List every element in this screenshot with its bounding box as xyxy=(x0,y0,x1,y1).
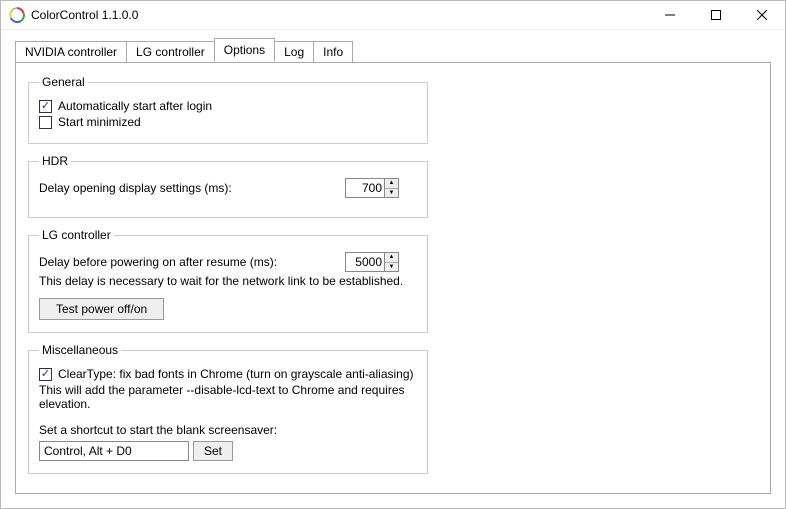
tab-log[interactable]: Log xyxy=(274,41,314,63)
test-power-button[interactable]: Test power off/on xyxy=(39,298,164,320)
lg-delay-label: Delay before powering on after resume (m… xyxy=(39,255,277,269)
content-area: NVIDIA controller LG controller Options … xyxy=(1,30,785,508)
shortcut-input[interactable] xyxy=(39,441,189,461)
maximize-button[interactable] xyxy=(693,1,739,29)
group-lg-controller: LG controller Delay before powering on a… xyxy=(28,228,428,333)
group-general-legend: General xyxy=(39,75,88,89)
hdr-delay-down[interactable]: ▼ xyxy=(385,189,398,198)
window-controls xyxy=(647,1,785,29)
group-hdr-legend: HDR xyxy=(39,154,71,168)
tab-options[interactable]: Options xyxy=(214,38,275,62)
lg-delay-down[interactable]: ▼ xyxy=(385,263,398,272)
tab-panel-options: General Automatically start after login … xyxy=(15,62,771,494)
cleartype-checkbox[interactable] xyxy=(39,368,52,381)
lg-delay-input[interactable] xyxy=(346,253,384,271)
tab-lg[interactable]: LG controller xyxy=(126,41,215,63)
group-lg-legend: LG controller xyxy=(39,228,114,242)
start-minimized-checkbox[interactable] xyxy=(39,116,52,129)
start-minimized-label: Start minimized xyxy=(58,115,141,129)
titlebar: ColorControl 1.1.0.0 xyxy=(1,1,785,30)
group-hdr: HDR Delay opening display settings (ms):… xyxy=(28,154,428,218)
tab-nvidia[interactable]: NVIDIA controller xyxy=(15,41,127,63)
tab-info[interactable]: Info xyxy=(313,41,353,63)
hdr-delay-input[interactable] xyxy=(346,179,384,197)
minimize-button[interactable] xyxy=(647,1,693,29)
autostart-label: Automatically start after login xyxy=(58,99,212,113)
autostart-checkbox[interactable] xyxy=(39,100,52,113)
shortcut-label: Set a shortcut to start the blank screen… xyxy=(39,423,417,437)
hdr-delay-stepper[interactable]: ▲ ▼ xyxy=(345,178,399,198)
app-window: ColorControl 1.1.0.0 NVIDIA controller L… xyxy=(0,0,786,509)
app-icon xyxy=(9,7,25,23)
group-general: General Automatically start after login … xyxy=(28,75,428,144)
lg-delay-stepper[interactable]: ▲ ▼ xyxy=(345,252,399,272)
close-button[interactable] xyxy=(739,1,785,29)
lg-delay-description: This delay is necessary to wait for the … xyxy=(39,274,417,288)
cleartype-description: This will add the parameter --disable-lc… xyxy=(39,383,417,411)
hdr-delay-label: Delay opening display settings (ms): xyxy=(39,181,232,195)
group-misc-legend: Miscellaneous xyxy=(39,343,121,357)
lg-delay-up[interactable]: ▲ xyxy=(385,253,398,263)
group-misc: Miscellaneous ClearType: fix bad fonts i… xyxy=(28,343,428,474)
cleartype-label: ClearType: fix bad fonts in Chrome (turn… xyxy=(58,367,414,381)
window-title: ColorControl 1.1.0.0 xyxy=(31,8,138,22)
hdr-delay-up[interactable]: ▲ xyxy=(385,179,398,189)
shortcut-set-button[interactable]: Set xyxy=(193,441,233,461)
tab-strip: NVIDIA controller LG controller Options … xyxy=(15,40,771,62)
